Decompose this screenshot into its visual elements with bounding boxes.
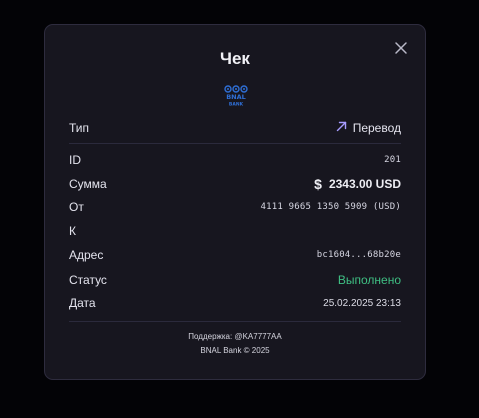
bnal-bank-logo: BNAL BANK: [224, 85, 248, 108]
close-icon[interactable]: [394, 41, 408, 55]
svg-text:BANK: BANK: [229, 102, 244, 108]
date-value: 25.02.2025 23:13: [323, 297, 401, 309]
row-to: К: [69, 221, 401, 241]
amount-text: 2343.00 USD: [328, 177, 401, 191]
status-badge: Выполнено: [337, 273, 401, 287]
row-id: ID 201: [69, 150, 401, 170]
from-value: 4111 9665 1350 5909 (USD): [260, 202, 401, 212]
support-contact: Поддержка: @KA7777AA: [188, 332, 282, 341]
to-label: К: [69, 224, 76, 238]
type-text: Перевод: [352, 121, 401, 135]
svg-text:BNAL: BNAL: [226, 93, 246, 101]
arrow-up-right-icon: [336, 121, 347, 135]
type-value: Перевод: [336, 121, 401, 135]
divider-top: [69, 143, 401, 144]
amount-label: Сумма: [69, 177, 107, 191]
id-label: ID: [69, 153, 81, 167]
receipt-title: Чек: [220, 49, 250, 68]
receipt-modal: Чек BNAL BANK Тип Перевод ID 201 Сумма $…: [44, 24, 426, 380]
status-label: Статус: [69, 273, 107, 287]
date-label: Дата: [69, 296, 96, 310]
row-address: Адрес bc1604...68b20e: [69, 245, 401, 265]
row-from: От 4111 9665 1350 5909 (USD): [69, 197, 401, 217]
dollar-icon: $: [314, 176, 322, 192]
address-value: bc1604...68b20e: [316, 250, 401, 260]
row-date: Дата 25.02.2025 23:13: [69, 293, 401, 313]
row-amount: Сумма $ 2343.00 USD: [69, 174, 401, 194]
row-status: Статус Выполнено: [69, 270, 401, 290]
type-label: Тип: [69, 121, 90, 135]
copyright: BNAL Bank © 2025: [200, 346, 270, 355]
from-label: От: [69, 200, 84, 214]
row-type: Тип Перевод: [69, 118, 401, 138]
amount-value: $ 2343.00 USD: [314, 176, 401, 192]
id-value: 201: [384, 155, 401, 165]
address-label: Адрес: [69, 248, 104, 262]
divider-bottom: [69, 321, 401, 322]
